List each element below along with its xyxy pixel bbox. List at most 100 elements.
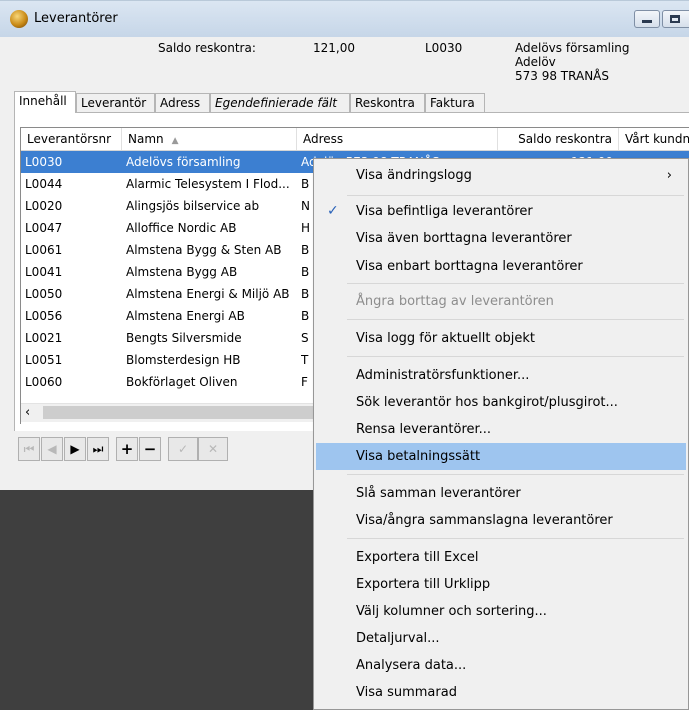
cell-nr: L0041 — [25, 265, 63, 279]
submenu-arrow-icon: › — [666, 168, 672, 183]
cell-name: Adelövs församling — [126, 155, 241, 169]
last-record-button[interactable]: ⏭ — [87, 437, 109, 461]
confirm-button[interactable]: ✓ — [168, 437, 198, 461]
cell-name: Alarmic Telesystem I Flod... — [126, 177, 290, 191]
cell-name: Blomsterdesign HB — [126, 353, 241, 367]
menu-item-label: Visa även borttagna leverantörer — [356, 231, 572, 246]
address-line-3: 573 98 TRANÅS — [515, 69, 609, 83]
menu-separator — [347, 356, 684, 357]
maximize-icon — [670, 15, 680, 23]
menu-item-detaljurval[interactable]: Detaljurval... — [316, 625, 686, 652]
cancel-button[interactable]: ✕ — [198, 437, 228, 461]
saldo-value: 121,00 — [313, 41, 355, 55]
menu-item-visa-andringslogg[interactable]: Visa ändringslogg › — [316, 162, 686, 189]
cell-nr: L0061 — [25, 243, 63, 257]
menu-item-label: Visa logg för aktuellt objekt — [356, 331, 536, 346]
grid-header: Leverantörsnr Namn ▲ Adress Saldo reskont… — [21, 128, 689, 151]
cell-nr: L0047 — [25, 221, 63, 235]
menu-item-exportera-urklipp[interactable]: Exportera till Urklipp — [316, 571, 686, 598]
cell-nr: L0020 — [25, 199, 63, 213]
cell-nr: L0044 — [25, 177, 63, 191]
delete-record-button[interactable]: − — [139, 437, 161, 461]
cell-name: Alingsjös bilservice ab — [126, 199, 260, 213]
cell-nr: L0021 — [25, 331, 63, 345]
menu-separator — [347, 474, 684, 475]
cell-nr: L0060 — [25, 375, 63, 389]
column-header-namn[interactable]: Namn ▲ — [122, 128, 297, 150]
column-header-namn-label: Namn — [128, 132, 164, 146]
menu-item-sok-bankgirot[interactable]: Sök leverantör hos bankgirot/plusgirot..… — [316, 389, 686, 416]
first-record-button[interactable]: ⏮ — [18, 437, 40, 461]
minimize-icon — [642, 20, 652, 23]
menu-item-label: Administratörsfunktioner... — [356, 368, 530, 383]
cell-nr: L0050 — [25, 287, 63, 301]
menu-item-label: Visa ändringslogg — [356, 168, 472, 183]
menu-separator — [347, 319, 684, 320]
menu-item-label: Visa enbart borttagna leverantörer — [356, 259, 583, 274]
checkmark-icon: ✓ — [327, 203, 339, 219]
window-title: Leverantörer — [34, 11, 118, 26]
menu-item-administratorsfunktioner[interactable]: Administratörsfunktioner... — [316, 362, 686, 389]
title-bar[interactable]: Leverantörer — [0, 1, 689, 37]
cell-nr: L0051 — [25, 353, 63, 367]
menu-item-visa-aven-borttagna[interactable]: Visa även borttagna leverantörer — [316, 225, 686, 252]
tab-adress[interactable]: Adress — [155, 93, 210, 112]
address-line-2: Adelöv — [515, 55, 556, 69]
menu-item-label: Exportera till Urklipp — [356, 577, 491, 592]
tab-egendefinierade-falt[interactable]: Egendefinierade fält — [210, 93, 350, 112]
menu-item-rensa-leverantorer[interactable]: Rensa leverantörer... — [316, 416, 686, 443]
maximize-button[interactable] — [662, 10, 689, 28]
menu-item-sla-samman[interactable]: Slå samman leverantörer — [316, 480, 686, 507]
menu-item-exportera-excel[interactable]: Exportera till Excel — [316, 544, 686, 571]
menu-separator — [347, 538, 684, 539]
column-header-adress[interactable]: Adress — [297, 128, 498, 150]
previous-record-button[interactable]: ◀ — [41, 437, 63, 461]
cell-name: Almstena Energi AB — [126, 309, 245, 323]
cell-name: Almstena Energi & Miljö AB — [126, 287, 290, 301]
tab-innehall[interactable]: Innehåll — [14, 91, 76, 113]
menu-item-analysera-data[interactable]: Analysera data... — [316, 652, 686, 679]
menu-item-label: Ångra borttag av leverantören — [356, 294, 554, 309]
scroll-left-icon[interactable]: ‹ — [25, 404, 30, 422]
cell-name: Almstena Bygg & Sten AB — [126, 243, 282, 257]
menu-separator — [347, 283, 684, 284]
context-menu: Visa ändringslogg › ✓ Visa befintliga le… — [313, 158, 689, 710]
menu-item-visa-befintliga[interactable]: ✓ Visa befintliga leverantörer — [316, 198, 686, 225]
menu-item-valj-kolumner[interactable]: Välj kolumner och sortering... — [316, 598, 686, 625]
cell-name: Bengts Silversmide — [126, 331, 242, 345]
tab-faktura[interactable]: Faktura — [425, 93, 485, 112]
cell-name: Bokförlaget Oliven — [126, 375, 238, 389]
minimize-button[interactable] — [634, 10, 660, 28]
cell-nr: L0030 — [25, 155, 63, 169]
menu-item-label: Rensa leverantörer... — [356, 422, 492, 437]
app-icon — [10, 10, 28, 28]
menu-item-label: Visa betalningssätt — [356, 449, 481, 464]
menu-item-angra-borttag: Ångra borttag av leverantören — [316, 288, 686, 315]
tab-reskontra[interactable]: Reskontra — [350, 93, 425, 112]
next-record-button[interactable]: ▶ — [64, 437, 86, 461]
menu-item-label: Visa/ångra sammanslagna leverantörer — [356, 513, 613, 528]
column-header-saldo[interactable]: Saldo reskontra — [498, 128, 619, 150]
tab-leverantor[interactable]: Leverantör — [76, 93, 155, 112]
record-header: Saldo reskontra: 121,00 L0030 Adelövs fö… — [0, 37, 689, 87]
menu-item-label: Slå samman leverantörer — [356, 486, 521, 501]
menu-item-visa-enbart-borttagna[interactable]: Visa enbart borttagna leverantörer — [316, 253, 686, 280]
menu-item-label: Analysera data... — [356, 658, 467, 673]
menu-item-label: Exportera till Excel — [356, 550, 479, 565]
menu-item-label: Visa befintliga leverantörer — [356, 204, 533, 219]
menu-separator — [347, 195, 684, 196]
add-record-button[interactable]: + — [116, 437, 138, 461]
menu-item-visa-summarad[interactable]: Visa summarad — [316, 679, 686, 706]
menu-item-visa-logg[interactable]: Visa logg för aktuellt objekt — [316, 325, 686, 352]
cell-name: Almstena Bygg AB — [126, 265, 238, 279]
menu-item-label: Detaljurval... — [356, 631, 440, 646]
supplier-code: L0030 — [425, 41, 463, 55]
address-line-1: Adelövs församling — [515, 41, 630, 55]
saldo-label: Saldo reskontra: — [158, 41, 256, 55]
menu-item-label: Välj kolumner och sortering... — [356, 604, 547, 619]
menu-item-visa-angra-sammanslagna[interactable]: Visa/ångra sammanslagna leverantörer — [316, 507, 686, 534]
menu-item-visa-betalningssatt[interactable]: Visa betalningssätt — [316, 443, 686, 470]
menu-item-label: Sök leverantör hos bankgirot/plusgirot..… — [356, 395, 618, 410]
column-header-kundnr[interactable]: Vårt kundnr — [619, 128, 689, 150]
column-header-nr[interactable]: Leverantörsnr — [21, 128, 122, 150]
